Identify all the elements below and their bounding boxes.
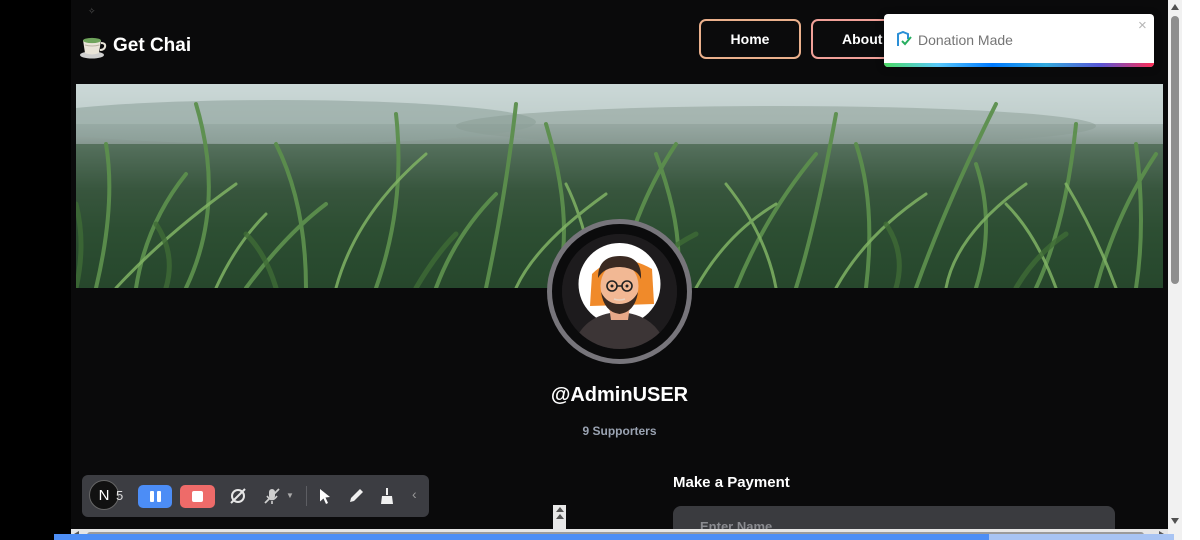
video-progress-fill <box>54 534 990 540</box>
video-progress-track[interactable] <box>54 534 1174 540</box>
toolbar-divider <box>306 486 307 506</box>
toast-message: Donation Made <box>918 32 1013 48</box>
donation-toast: Donation Made × <box>884 14 1154 67</box>
brand-logo[interactable]: Get Chai <box>79 31 191 61</box>
recorder-counter: 5 <box>116 488 124 503</box>
collapse-toolbar-icon[interactable]: ‹ <box>412 486 417 502</box>
camera-off-icon[interactable] <box>228 486 248 506</box>
scroll-up-icon[interactable] <box>1171 4 1179 10</box>
stop-button[interactable] <box>180 485 215 508</box>
mic-off-icon[interactable] <box>262 486 282 506</box>
recorder-badge[interactable]: N <box>89 480 119 510</box>
stop-icon <box>192 491 203 502</box>
success-icon <box>896 30 913 48</box>
pen-icon[interactable] <box>346 486 366 506</box>
broom-icon[interactable] <box>377 486 397 506</box>
nav-home-button[interactable]: Home <box>699 19 801 59</box>
scrollbar-thumb[interactable] <box>1171 16 1179 284</box>
mic-dropdown-icon[interactable]: ▼ <box>286 491 294 500</box>
inner-scroll-up-button[interactable] <box>553 505 566 529</box>
pause-button[interactable] <box>138 485 172 508</box>
pointer-icon[interactable] <box>315 486 335 506</box>
corner-dot-icon: ✧ <box>88 6 96 16</box>
toast-progress-bar <box>884 63 1154 67</box>
profile-avatar <box>547 219 692 364</box>
scroll-down-icon[interactable] <box>1171 518 1179 524</box>
avatar-illustration <box>562 234 677 349</box>
vertical-scrollbar[interactable] <box>1168 0 1182 540</box>
profile-username: @AdminUSER <box>550 384 689 406</box>
left-margin <box>0 0 71 540</box>
supporters-count: 9 Supporters <box>582 424 657 438</box>
screen-recorder-toolbar: N 5 ▼ ‹ <box>82 475 429 517</box>
chai-cup-icon <box>79 32 107 60</box>
pause-icon <box>149 491 154 502</box>
close-icon[interactable]: × <box>1138 17 1147 34</box>
brand-name: Get Chai <box>113 35 192 56</box>
payment-heading: Make a Payment <box>673 474 790 491</box>
